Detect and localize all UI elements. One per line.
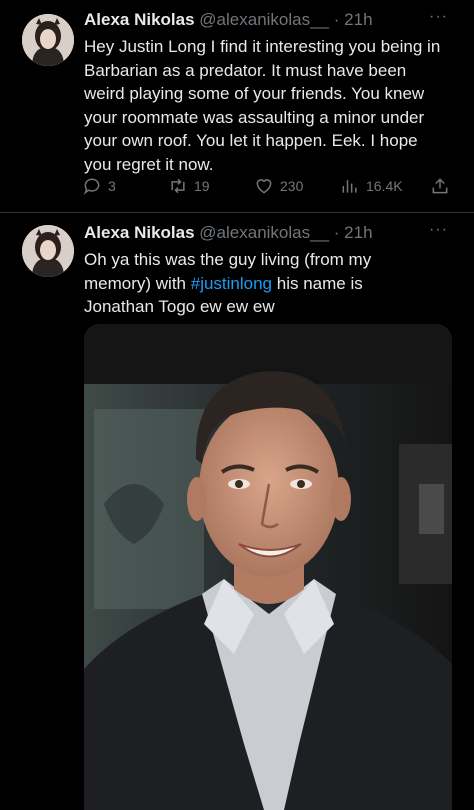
tweet-text: Hey Justin Long I find it interesting yo… <box>84 37 441 174</box>
reply-button[interactable]: 3 <box>82 176 116 196</box>
tweet-header: Alexa Nikolas @alexanikolas__ · 21h <box>84 10 460 32</box>
separator: · <box>333 10 340 29</box>
separator: · <box>333 223 340 242</box>
like-icon <box>256 179 272 194</box>
share-button[interactable] <box>430 176 456 196</box>
avatar[interactable] <box>22 14 74 66</box>
tweet-header: Alexa Nikolas @alexanikolas__ · 21h <box>84 223 460 245</box>
views-button[interactable]: 16.4K <box>340 176 403 196</box>
views-icon <box>342 180 357 193</box>
tweet-photo[interactable] <box>84 324 452 810</box>
like-count: 230 <box>280 178 304 194</box>
avatar[interactable] <box>22 225 74 277</box>
like-button[interactable]: 230 <box>254 176 303 196</box>
author-name[interactable]: Alexa Nikolas <box>84 10 195 29</box>
timestamp[interactable]: 21h <box>344 223 372 242</box>
tweet-text: Oh ya this was the guy living (from my m… <box>84 248 460 319</box>
more-icon[interactable]: ··· <box>429 221 448 239</box>
action-bar: 3 19 230 16.4K <box>82 176 460 198</box>
reply-icon <box>83 178 100 195</box>
share-icon <box>432 178 448 194</box>
retweet-count: 19 <box>194 178 210 194</box>
views-count: 16.4K <box>366 178 403 194</box>
hashtag-link[interactable]: #justinlong <box>191 274 272 293</box>
retweet-button[interactable]: 19 <box>168 176 210 196</box>
retweet-icon <box>171 178 185 194</box>
timestamp[interactable]: 21h <box>344 10 372 29</box>
reply-count: 3 <box>108 178 116 194</box>
author-handle[interactable]: @alexanikolas__ <box>199 10 329 29</box>
author-handle[interactable]: @alexanikolas__ <box>199 223 329 242</box>
more-icon[interactable]: ··· <box>429 8 448 26</box>
author-name[interactable]: Alexa Nikolas <box>84 223 195 242</box>
tweet[interactable]: Alexa Nikolas @alexanikolas__ · 21h ··· … <box>0 213 474 810</box>
tweet[interactable]: Alexa Nikolas @alexanikolas__ · 21h ··· … <box>0 0 474 213</box>
